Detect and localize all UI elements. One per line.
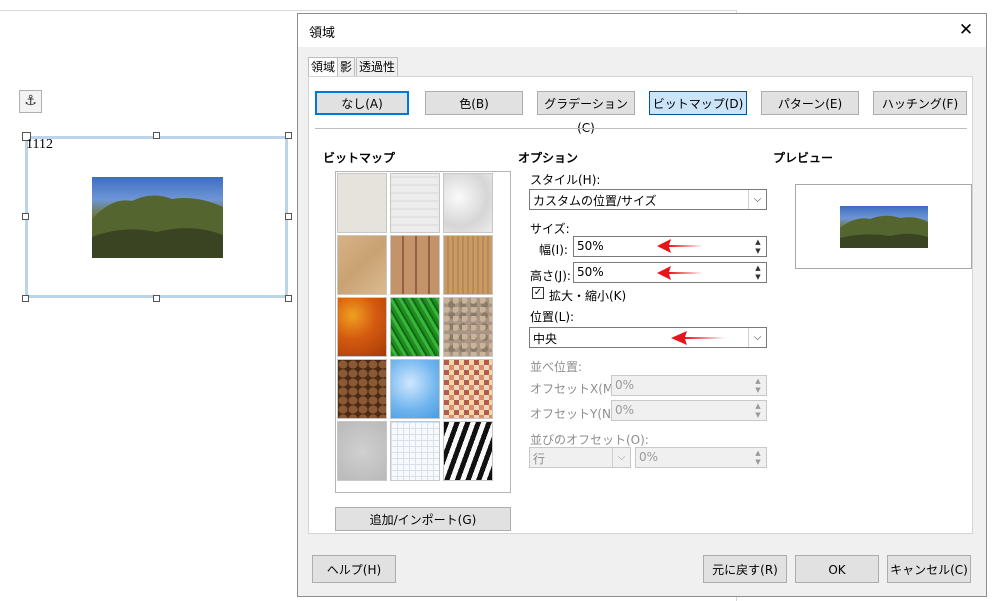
fill-color-button[interactable]: 色(B) xyxy=(425,91,523,115)
tab-transparency[interactable]: 透過性 xyxy=(356,57,399,76)
area-dialog: 領域 ✕ 領域 影 透過性 なし(A) 色(B) グラデーション(C) ビットマ… xyxy=(297,13,987,597)
bitmap-tile[interactable] xyxy=(390,297,440,357)
offset-x-value: 0% xyxy=(615,378,635,392)
spin-down-icon[interactable]: ▼ xyxy=(751,386,765,394)
style-value: カスタムの位置/サイズ xyxy=(533,194,657,208)
bitmap-tile[interactable] xyxy=(390,359,440,419)
dialog-titlebar[interactable]: 領域 ✕ xyxy=(298,14,986,47)
tiling-offset-mode: 行 xyxy=(533,452,546,466)
chevron-down-icon[interactable]: ⌵ xyxy=(748,328,766,347)
height-value: 50% xyxy=(577,265,604,279)
tab-shadow[interactable]: 影 xyxy=(337,57,356,76)
bitmap-gallery[interactable]: ⌃ ⌄ xyxy=(335,171,511,493)
close-icon[interactable]: ✕ xyxy=(953,18,979,42)
spin-up-icon[interactable]: ▲ xyxy=(751,449,765,457)
reset-button[interactable]: 元に戻す(R) xyxy=(703,555,787,583)
offset-y-spinner[interactable]: 0% ▲ ▼ xyxy=(611,400,767,421)
bitmap-tile[interactable] xyxy=(443,173,493,233)
preview-header: プレビュー xyxy=(773,151,834,165)
offset-y-label: オフセットY(N): xyxy=(530,407,620,421)
tab-area[interactable]: 領域 xyxy=(308,57,339,77)
offset-x-label: オフセットX(M): xyxy=(530,382,622,396)
frame-label: 1112 xyxy=(26,137,53,152)
position-value: 中央 xyxy=(533,332,558,346)
preview-box xyxy=(795,184,972,269)
bitmap-tile[interactable] xyxy=(337,421,387,481)
bitmap-tile[interactable] xyxy=(443,359,493,419)
position-select[interactable]: 中央 ⌵ xyxy=(529,327,767,348)
bitmap-tile[interactable] xyxy=(337,173,387,233)
bitmap-tile[interactable] xyxy=(443,235,493,295)
resize-handle[interactable] xyxy=(285,132,292,139)
help-button[interactable]: ヘルプ(H) xyxy=(312,555,396,583)
resize-handle[interactable] xyxy=(153,295,160,302)
bitmap-tile[interactable] xyxy=(390,421,440,481)
position-label: 位置(L): xyxy=(530,310,575,324)
resize-handle[interactable] xyxy=(153,132,160,139)
resize-handle[interactable] xyxy=(285,295,292,302)
preview-image xyxy=(840,206,928,248)
spin-up-icon[interactable]: ▲ xyxy=(751,402,765,410)
page-edge-top xyxy=(0,10,736,11)
add-import-button[interactable]: 追加/インポート(G) xyxy=(335,507,511,531)
offset-y-value: 0% xyxy=(615,403,635,417)
tiling-offset-value: 0% xyxy=(639,450,659,464)
style-select[interactable]: カスタムの位置/サイズ ⌵ xyxy=(529,189,767,210)
anchor-icon[interactable]: ⚓ xyxy=(19,90,42,113)
bitmap-header: ビットマップ xyxy=(323,151,396,165)
frame-photo xyxy=(92,177,223,258)
spin-down-icon[interactable]: ▼ xyxy=(751,247,765,255)
chevron-down-icon[interactable]: ⌵ xyxy=(748,190,766,209)
dialog-title: 領域 xyxy=(309,26,336,41)
tiling-offset-spinner[interactable]: 0% ▲ ▼ xyxy=(635,447,767,468)
chevron-down-icon[interactable]: ⌵ xyxy=(612,448,630,467)
fill-gradient-button[interactable]: グラデーション(C) xyxy=(537,91,635,135)
spin-up-icon[interactable]: ▲ xyxy=(751,264,765,272)
options-header: オプション xyxy=(518,151,579,165)
fill-bitmap-button[interactable]: ビットマップ(D) xyxy=(649,91,747,115)
bitmap-tile[interactable] xyxy=(337,359,387,419)
bitmap-tile[interactable] xyxy=(443,421,493,481)
offset-x-spinner[interactable]: 0% ▲ ▼ xyxy=(611,375,767,396)
spin-up-icon[interactable]: ▲ xyxy=(751,377,765,385)
bitmap-tile[interactable] xyxy=(337,235,387,295)
width-value: 50% xyxy=(577,239,604,253)
fill-none-button[interactable]: なし(A) xyxy=(315,91,409,115)
width-label: 幅(I): xyxy=(539,243,568,257)
bitmap-tile[interactable] xyxy=(443,297,493,357)
resize-handle[interactable] xyxy=(285,213,292,220)
bitmap-tile[interactable] xyxy=(390,173,440,233)
size-label: サイズ: xyxy=(530,222,570,236)
scale-label: 拡大・縮小(K) xyxy=(549,289,627,303)
tiling-offset-mode-select[interactable]: 行 ⌵ xyxy=(529,447,631,468)
scale-checkbox[interactable]: ✓ xyxy=(532,287,544,299)
spin-down-icon[interactable]: ▼ xyxy=(751,411,765,419)
bitmap-tile[interactable] xyxy=(390,235,440,295)
fill-pattern-button[interactable]: パターン(E) xyxy=(761,91,859,115)
separator xyxy=(315,128,967,129)
tiling-offset-label: 並びのオフセット(O): xyxy=(530,433,649,447)
spin-down-icon[interactable]: ▼ xyxy=(751,273,765,281)
area-tab-panel: なし(A) 色(B) グラデーション(C) ビットマップ(D) パターン(E) … xyxy=(308,76,973,534)
spin-up-icon[interactable]: ▲ xyxy=(751,238,765,246)
resize-handle[interactable] xyxy=(22,295,29,302)
style-label: スタイル(H): xyxy=(530,173,601,187)
tiling-position-label: 並べ位置: xyxy=(530,360,583,374)
cancel-button[interactable]: キャンセル(C) xyxy=(887,555,971,583)
spin-down-icon[interactable]: ▼ xyxy=(751,458,765,466)
ok-button[interactable]: OK xyxy=(795,555,879,583)
fill-hatching-button[interactable]: ハッチング(F) xyxy=(873,91,967,115)
bitmap-tile[interactable] xyxy=(337,297,387,357)
resize-handle[interactable] xyxy=(22,213,29,220)
height-label: 高さ(J): xyxy=(530,269,571,283)
